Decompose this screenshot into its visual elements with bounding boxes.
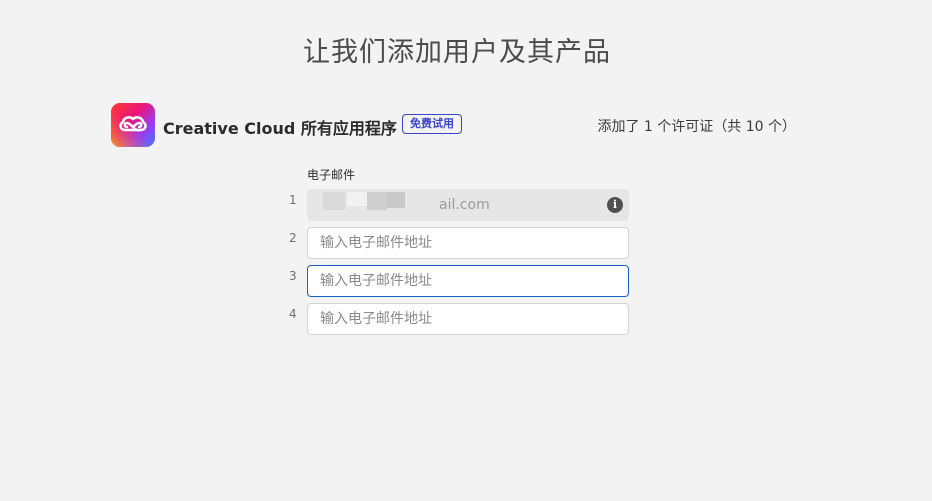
redacted-text <box>323 192 345 210</box>
email-field-2[interactable] <box>307 227 629 259</box>
license-count: 添加了 1 个许可证（共 10 个） <box>597 119 796 135</box>
email-field-4[interactable] <box>307 303 629 335</box>
email-row-3: 3 <box>285 265 635 297</box>
row-number: 1 <box>289 193 297 207</box>
email-row-2: 2 <box>285 227 635 259</box>
email-label: 电子邮件 <box>307 168 356 182</box>
product-name: Creative Cloud 所有应用程序 <box>163 119 397 138</box>
row-number: 4 <box>289 307 297 321</box>
email-row-1: 1 i <box>285 189 635 221</box>
email-row-4: 4 <box>285 303 635 335</box>
page-title: 让我们添加用户及其产品 <box>303 37 611 68</box>
free-trial-badge: 免费试用 <box>402 114 462 134</box>
product-row: Creative Cloud 所有应用程序 免费试用 添加了 1 个许可证（共 … <box>111 103 801 147</box>
info-icon[interactable]: i <box>607 197 623 213</box>
redacted-text <box>367 192 387 210</box>
email-field-3[interactable] <box>307 265 629 297</box>
redacted-text <box>347 192 367 206</box>
creative-cloud-icon <box>111 103 155 147</box>
row-number: 2 <box>289 231 297 245</box>
redacted-text <box>387 192 405 208</box>
row-number: 3 <box>289 269 297 283</box>
